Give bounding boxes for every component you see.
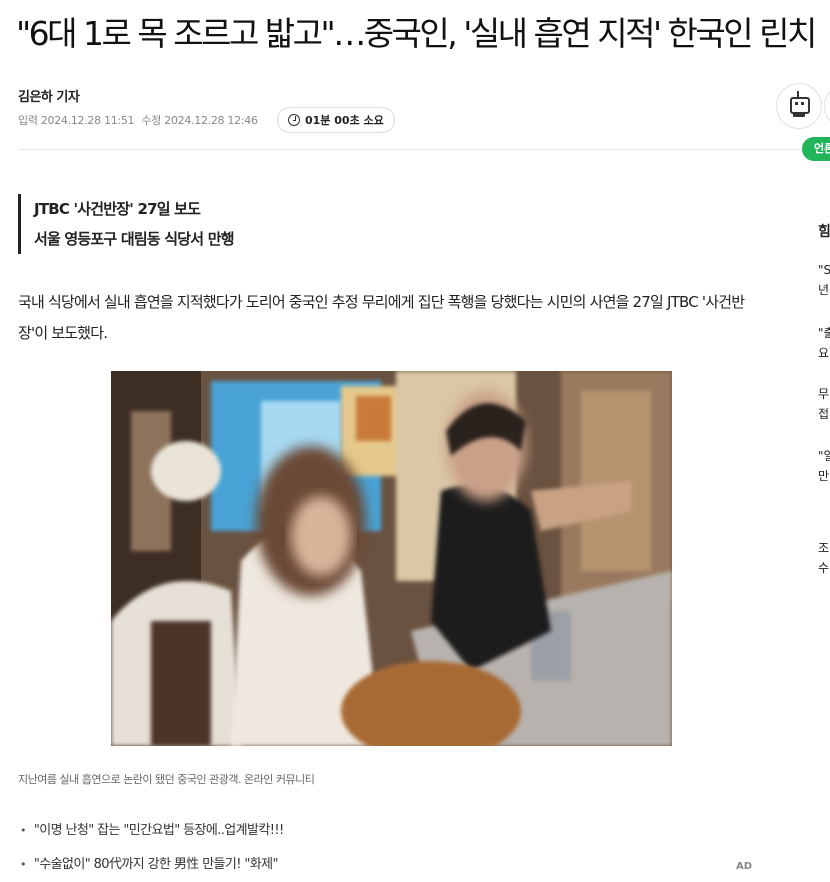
related-links: "이명 난청" 잡는 "민간요법" 등장에..업계발칵!!! "수술없이" 80…: [20, 814, 284, 882]
clock-icon: [288, 114, 300, 126]
sidebar-item[interactable]: "S 년: [818, 260, 830, 300]
subheading: 서울 영등포구 대림동 식당서 만행: [34, 230, 235, 248]
subheadings: JTBC '사건반장' 27일 보도 서울 영등포구 대림동 식당서 만행: [18, 194, 235, 254]
published-date: 입력 2024.12.28 11:51: [18, 114, 135, 127]
media-badge[interactable]: 언론: [802, 137, 830, 161]
ad-label: AD: [736, 861, 753, 872]
share-button[interactable]: [824, 83, 830, 129]
article-photo: [111, 371, 672, 746]
reporter-name[interactable]: 김은하 기자: [18, 86, 80, 105]
related-link[interactable]: "수술없이" 80代까지 강한 男性 만들기! "화제": [20, 848, 284, 882]
sidebar-item[interactable]: "일 만: [818, 446, 830, 486]
modified-date: 수정 2024.12.28 12:46: [141, 114, 258, 127]
header-divider: [18, 149, 830, 150]
photo-scene: [111, 371, 672, 746]
article-dates: 입력 2024.12.28 11:51 수정 2024.12.28 12:46: [18, 112, 262, 128]
ai-summary-button[interactable]: [776, 83, 822, 129]
sidebar-item[interactable]: 무 접: [818, 384, 829, 424]
sidebar-item[interactable]: 조 수: [818, 538, 829, 578]
article-lead: 국내 식당에서 실내 흡연을 지적했다가 도리어 중국인 추정 무리에게 집단 …: [18, 293, 745, 342]
sidebar-title: 힘: [818, 224, 830, 240]
sidebar-item[interactable]: "출 요: [818, 323, 830, 363]
subheading: JTBC '사건반장' 27일 보도: [34, 200, 201, 218]
read-time-badge: 01분 00초 소요: [277, 107, 395, 133]
photo-caption: 지난여름 실내 흡연으로 논란이 됐던 중국인 관광객. 온라인 커뮤니티: [18, 773, 315, 786]
read-time-text: 01분 00초 소요: [305, 114, 384, 127]
article-headline: "6대 1로 목 조르고 밟고"…중국인, '실내 흡연 지적' 한국인 린치: [16, 14, 817, 53]
related-link[interactable]: "이명 난청" 잡는 "민간요법" 등장에..업계발칵!!!: [20, 814, 284, 848]
